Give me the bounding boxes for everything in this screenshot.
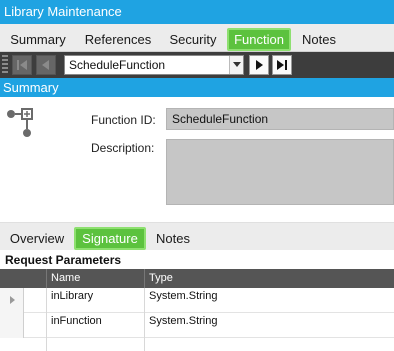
column-header-type[interactable]: Type — [144, 269, 394, 288]
request-parameters-grid: Name Type inLibrary System.String inFunc… — [0, 269, 394, 351]
tab-references[interactable]: References — [78, 28, 158, 51]
param-name: inLibrary — [51, 290, 94, 302]
next-record-button[interactable] — [249, 55, 269, 75]
tab-summary[interactable]: Summary — [4, 28, 72, 51]
first-record-button[interactable] — [12, 55, 32, 75]
tab-sub-notes[interactable]: Notes — [151, 227, 195, 250]
row-selector[interactable] — [0, 313, 24, 338]
param-type: System.String — [149, 315, 218, 327]
tab-overview[interactable]: Overview — [4, 227, 70, 250]
current-row-icon — [10, 296, 15, 304]
row-selector[interactable] — [0, 288, 24, 313]
top-tab-bar: Summary References Security Function Not… — [0, 24, 394, 52]
sub-tab-bar: Overview Signature Notes — [0, 222, 394, 250]
column-header-name[interactable]: Name — [46, 269, 144, 288]
tab-function[interactable]: Function — [227, 28, 291, 51]
window-title: Library Maintenance — [0, 0, 394, 24]
table-row[interactable]: inFunction System.String — [0, 313, 394, 338]
function-icon — [7, 108, 33, 137]
grid-header: Name Type — [0, 269, 394, 288]
tab-signature[interactable]: Signature — [74, 227, 146, 250]
record-navigator: ScheduleFunction — [0, 52, 394, 78]
tab-notes[interactable]: Notes — [296, 28, 342, 51]
previous-icon — [42, 60, 49, 70]
function-selector[interactable]: ScheduleFunction — [64, 55, 244, 75]
grid-divider — [46, 288, 47, 351]
param-name: inFunction — [51, 315, 102, 327]
function-selector-value: ScheduleFunction — [69, 58, 166, 72]
chevron-down-icon[interactable] — [229, 56, 243, 74]
description-field[interactable] — [166, 139, 394, 205]
request-parameters-title: Request Parameters — [5, 253, 122, 267]
tab-security[interactable]: Security — [163, 28, 223, 51]
last-icon — [277, 60, 287, 70]
description-label: Description: — [91, 141, 155, 155]
toolbar-grip[interactable] — [2, 55, 8, 75]
table-row[interactable]: inLibrary System.String — [0, 288, 394, 313]
grid-divider — [144, 288, 145, 351]
last-record-button[interactable] — [272, 55, 292, 75]
summary-section-header: Summary — [0, 78, 394, 97]
function-id-field[interactable]: ScheduleFunction — [166, 108, 394, 130]
first-icon — [17, 60, 27, 70]
next-icon — [256, 60, 263, 70]
function-id-label: Function ID: — [91, 113, 156, 127]
param-type: System.String — [149, 290, 218, 302]
previous-record-button[interactable] — [36, 55, 56, 75]
